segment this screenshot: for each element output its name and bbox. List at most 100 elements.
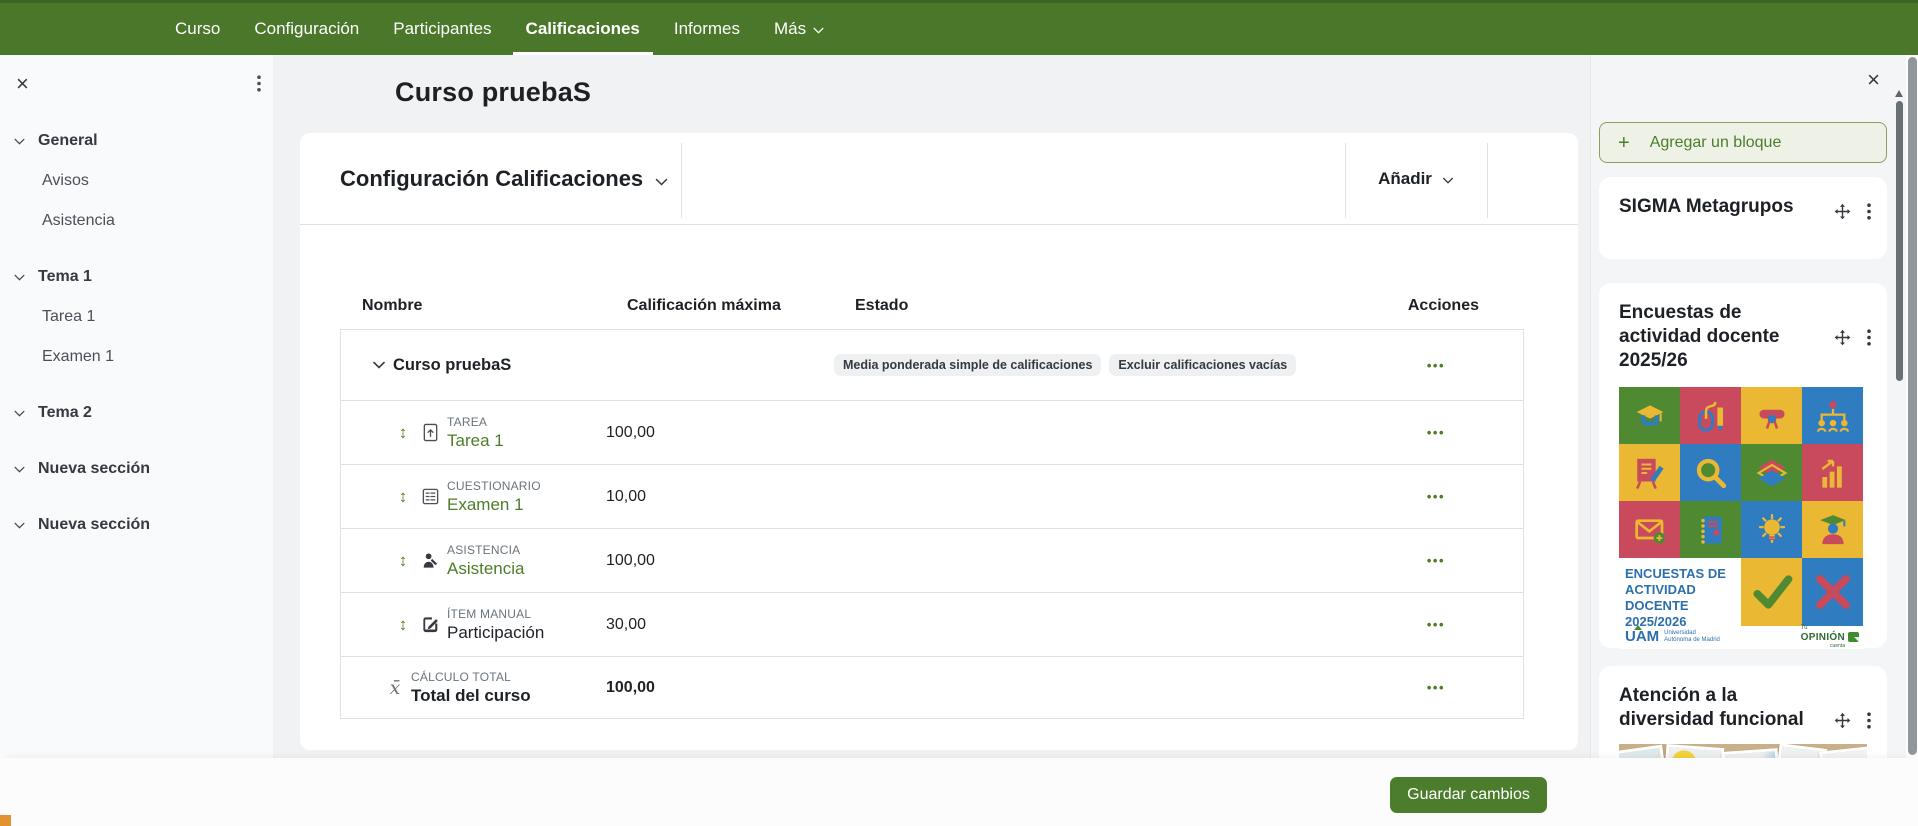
sidebar-item-tema2[interactable]: Tema 2 [0,393,273,433]
encuestas-poster-image[interactable]: ENCUESTAS DE ACTIVIDAD DOCENTE 2025/2026… [1619,387,1863,649]
table-body: Curso pruebaS Media ponderada simple de … [340,329,1524,719]
diversidad-photo-collage[interactable] [1619,744,1867,758]
gradebook-toolbar: Configuración Calificaciones Añadir [300,133,1578,225]
scrollbar-thumb[interactable] [1907,57,1917,755]
poster-tile-bar-chart [1802,444,1863,501]
assignment-icon [421,423,440,442]
uam-logo: UAM Universidad Autónoma de Madrid [1625,625,1720,645]
nav-tab-mas[interactable]: Más [761,3,837,55]
grade-item-link[interactable]: Tarea 1 [447,431,504,450]
add-block-button[interactable]: + Agregar un bloque [1599,122,1887,163]
poster-tile-layers [1741,444,1802,501]
plus-icon: + [1618,131,1630,154]
category-name[interactable]: Curso pruebaS [393,356,511,375]
move-handle-icon[interactable]: ↕ [395,551,411,571]
poster-heading: ENCUESTAS DE ACTIVIDAD DOCENTE 2025/2026 [1619,558,1741,629]
item-type-label: CÁLCULO TOTAL [411,669,511,684]
max-grade-value: 100,00 [606,423,655,441]
save-changes-button[interactable]: Guardar cambios [1390,777,1547,813]
sidebar-item-tarea1[interactable]: Tarea 1 [0,297,273,337]
poster-tile-lightbulb [1741,501,1802,558]
sidebar-item-tema1[interactable]: Tema 1 [0,257,273,297]
nav-tab-label: Calificaciones [525,19,640,38]
move-handle-icon[interactable]: ↕ [395,615,411,635]
poster-logos: UAM Universidad Autónoma de Madrid Tu OP… [1619,625,1863,649]
item-type-label: CUESTIONARIO [447,478,541,493]
chevron-down-icon[interactable] [0,522,38,529]
sidebar-item-avisos[interactable]: Avisos [0,161,273,201]
collapse-category-icon[interactable] [373,361,385,369]
sidebar-item-asistencia[interactable]: Asistencia [0,201,273,241]
poster-tile-document-pencil [1619,444,1680,501]
sidebar-item-label: Asistencia [42,212,115,229]
grade-item-link[interactable]: Examen 1 [447,495,524,514]
poster-tile-magnifier [1680,444,1741,501]
gradebook-view-selector[interactable]: Configuración Calificaciones [340,166,668,192]
row-actions-menu[interactable]: ••• [1427,489,1445,504]
add-grade-item-button[interactable]: Añadir [1345,133,1487,225]
mean-icon: x̄ [389,676,401,699]
row-actions-menu[interactable]: ••• [1427,425,1445,440]
row-actions-menu[interactable]: ••• [1427,553,1445,568]
poster-tile-org-chart [1802,387,1863,444]
kebab-menu-icon[interactable] [1867,329,1871,351]
sidebar-item-nueva-seccion-1[interactable]: Nueva sección [0,449,273,489]
kebab-menu-icon[interactable] [1867,712,1871,734]
move-block-icon[interactable] [1834,329,1851,351]
scrollbar-up-arrow[interactable] [1895,90,1903,97]
sidebar-item-label: Avisos [42,172,89,189]
sidebar-item-examen1[interactable]: Examen 1 [0,337,273,377]
chevron-down-icon[interactable] [0,274,38,281]
column-header-nombre: Nombre [362,297,423,314]
row-actions-menu[interactable]: ••• [1427,680,1445,695]
status-badge: Excluir calificaciones vacías [1109,354,1297,376]
poster-tile-graduate [1802,501,1863,558]
block-atencion-diversidad: Atención a la diversidad funcional [1599,666,1887,758]
close-blocks-drawer-icon[interactable]: × [1867,69,1880,91]
kebab-menu-icon[interactable] [257,75,261,97]
nav-tab-informes[interactable]: Informes [661,3,753,55]
nav-tab-configuracion[interactable]: Configuración [241,3,372,55]
sidebar-item-nueva-seccion-2[interactable]: Nueva sección [0,505,273,545]
grade-item-link[interactable]: Asistencia [447,559,524,578]
sidebar-item-label: General [38,132,98,149]
kebab-menu-icon[interactable] [1867,203,1871,225]
close-drawer-icon[interactable]: × [16,73,29,95]
move-block-icon[interactable] [1834,712,1851,734]
move-handle-icon[interactable]: ↕ [395,423,411,443]
move-handle-icon[interactable]: ↕ [395,487,411,507]
chevron-down-icon [813,19,824,39]
nav-tab-label: Configuración [254,19,360,38]
table-row-participacion: ↕ ÍTEM MANUAL Participación 30,00 ••• [341,592,1523,656]
max-grade-value: 100,00 [606,551,655,569]
page-scrollbar[interactable] [1906,55,1918,758]
poster-tile-envelope [1619,501,1680,558]
row-actions-menu[interactable]: ••• [1427,358,1445,373]
block-title: Atención a la diversidad funcional [1619,685,1804,730]
poster-tile-graduation-cap [1619,387,1680,444]
nav-tab-participantes[interactable]: Participantes [380,3,504,55]
chevron-down-icon[interactable] [0,138,38,145]
chevron-down-icon [1442,169,1454,189]
blocks-drawer: × + Agregar un bloque SIGMA Metagrupos E… [1590,55,1918,758]
course-index-header: × [0,55,273,113]
chevron-down-icon[interactable] [0,410,38,417]
column-header-calificacion-maxima: Calificación máxima [627,297,781,314]
column-header-acciones: Acciones [1407,297,1479,314]
course-nav: Curso Configuración Participantes Califi… [0,0,1918,55]
nav-tab-curso[interactable]: Curso [162,3,233,55]
row-actions-menu[interactable]: ••• [1427,617,1445,632]
item-type-label: ASISTENCIA [447,542,521,557]
sidebar-item-label: Nueva sección [38,460,151,477]
chevron-down-icon[interactable] [0,466,38,473]
nav-tab-calificaciones[interactable]: Calificaciones [512,3,654,55]
max-grade-value: 30,00 [606,615,647,633]
main-content: Curso pruebaS Configuración Calificacion… [273,55,1590,758]
table-header-row: Nombre Calificación máxima Estado Accion… [340,225,1524,329]
move-block-icon[interactable] [1834,203,1851,225]
sidebar-item-general[interactable]: General [0,121,273,161]
scrollbar-thumb[interactable] [1896,101,1903,381]
toolbar-divider [1487,143,1488,218]
toolbar-divider [681,143,682,218]
drawer-scrollbar[interactable] [1895,90,1904,381]
